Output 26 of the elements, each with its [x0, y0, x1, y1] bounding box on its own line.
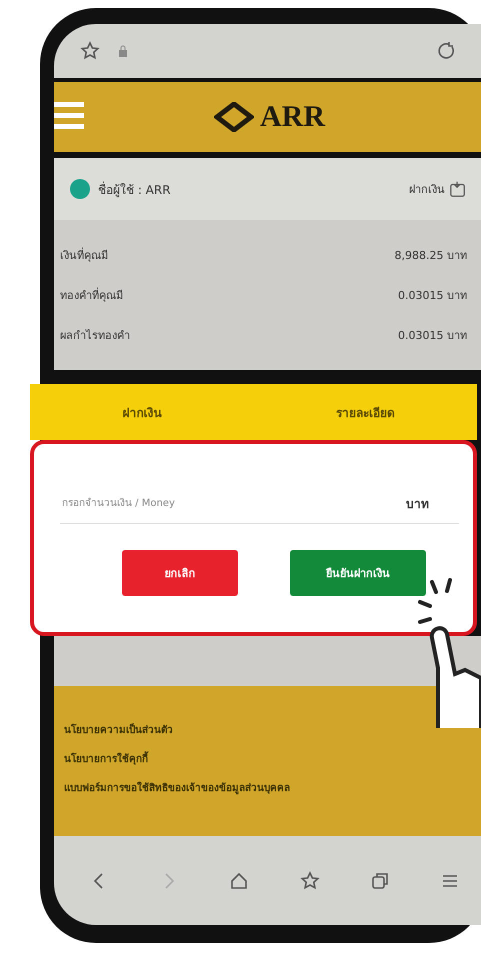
balance-label: เงินที่คุณมี — [60, 246, 108, 264]
cancel-button[interactable]: ยกเลิก — [122, 550, 238, 596]
footer-link[interactable]: นโยบายการใช้คุกกี้ — [64, 751, 481, 766]
unit-label: บาท — [406, 496, 429, 513]
reload-icon[interactable] — [437, 41, 457, 61]
diamond-logo-icon — [214, 102, 254, 132]
logo-text: ARR — [260, 100, 325, 134]
tab[interactable]: ฝากเงิน — [30, 384, 254, 440]
balance-value: 0.03015 บาท — [398, 288, 467, 304]
home-icon[interactable] — [229, 870, 250, 890]
tabs-icon[interactable] — [370, 870, 390, 890]
star-icon[interactable] — [300, 870, 320, 890]
deposit-link[interactable]: ฝากเงิน — [409, 180, 467, 198]
star-icon[interactable] — [80, 41, 100, 61]
confirm-button[interactable]: ยืนยันฝากเงิน — [290, 550, 426, 596]
avatar — [70, 179, 90, 199]
deposit-icon — [449, 180, 467, 198]
tab[interactable]: รายละเอียด — [254, 384, 477, 440]
balance-value: 8,988.25 บาท — [394, 248, 467, 264]
balance-label: ผลกำไรทองคำ — [60, 328, 130, 344]
balance-label: ทองคำที่คุณมี — [60, 286, 123, 304]
balance-value: 0.03015 บาท — [398, 328, 467, 344]
username-label: ชื่อผู้ใช้ : ARR — [98, 180, 171, 198]
footer-link[interactable]: นโยบายความเป็นส่วนตัว — [64, 722, 481, 737]
lock-icon — [118, 44, 128, 58]
footer-link[interactable]: แบบฟอร์มการขอใช้สิทธิของเจ้าของข้อมูลส่วนบุคคล — [64, 780, 481, 795]
